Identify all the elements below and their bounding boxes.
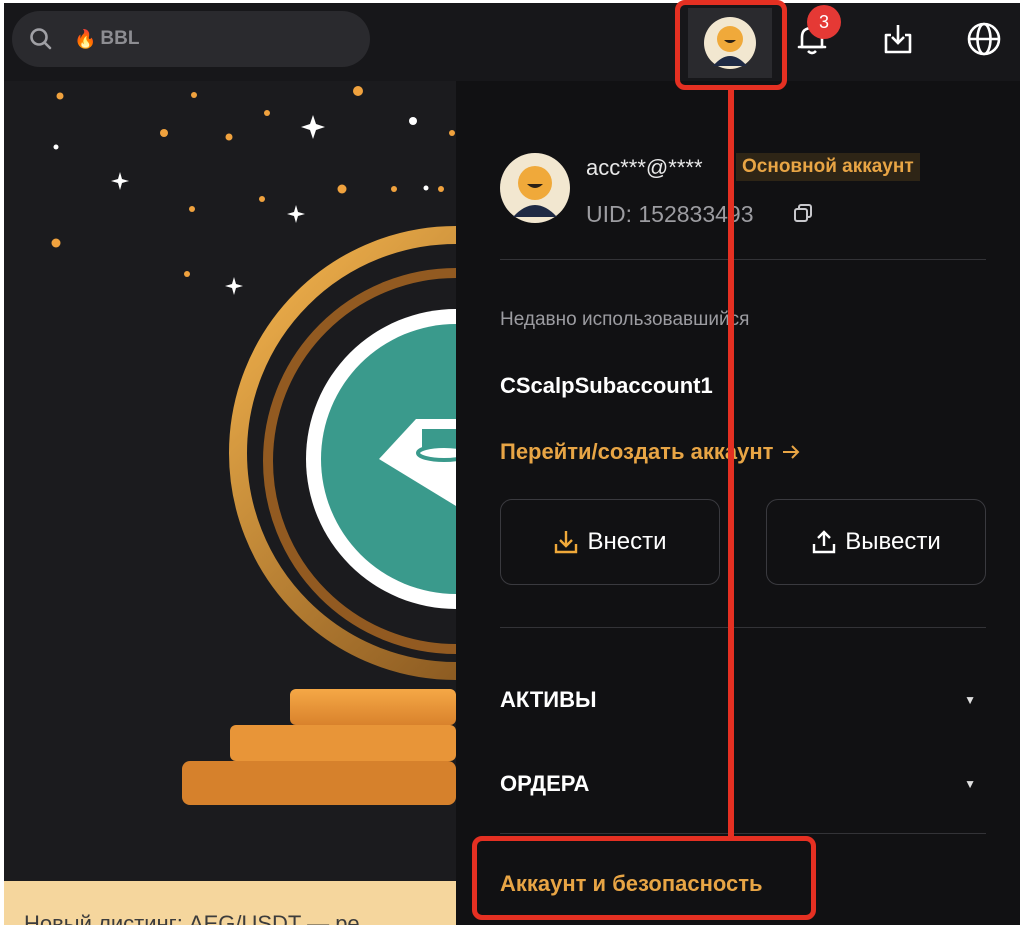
search-icon: [30, 28, 52, 50]
highlight-connector-line: [728, 88, 734, 838]
main-account-tag: Основной аккаунт: [736, 153, 920, 181]
divider: [500, 259, 986, 260]
recently-used-label: Недавно использовавшийся: [500, 309, 750, 330]
caret-down-icon: ▼: [964, 777, 976, 791]
promo-banner[interactable]: [4, 81, 456, 881]
deposit-icon: [555, 531, 578, 554]
deposit-label: Внести: [587, 528, 667, 555]
account-dropdown-panel: acc***@**** Основной аккаунт UID: 152833…: [456, 81, 1020, 925]
menu-assets-label: АКТИВЫ: [500, 687, 597, 712]
switch-create-account-link[interactable]: Перейти/создать аккаунт: [500, 439, 801, 465]
language-button[interactable]: [962, 17, 1006, 61]
arrow-right-icon: [783, 445, 800, 459]
menu-assets[interactable]: АКТИВЫ ▼: [500, 687, 976, 713]
globe-icon: [967, 22, 1001, 56]
account-email: acc***@****: [586, 155, 703, 180]
notification-count-badge: 3: [807, 5, 841, 39]
search-box[interactable]: 🔥 BBL: [12, 11, 370, 67]
app-frame: 🔥 BBL 3 Новый листинг: AEG/USDT — ре acc…: [4, 3, 1020, 925]
download-app-button[interactable]: [876, 17, 920, 61]
banner-caption-strip[interactable]: Новый листинг: AEG/USDT — ре: [4, 881, 456, 925]
caret-down-icon: ▼: [964, 693, 976, 707]
highlight-box-security: [472, 836, 816, 920]
search-hot-label: BBL: [100, 28, 140, 49]
fire-icon: 🔥: [74, 28, 97, 49]
divider: [500, 833, 986, 834]
withdraw-icon: [813, 530, 836, 554]
withdraw-button[interactable]: Вывести: [766, 499, 986, 585]
copy-icon[interactable]: [792, 202, 814, 224]
download-icon: [884, 25, 912, 54]
top-bar: 🔥 BBL 3: [4, 3, 1020, 81]
account-avatar: [500, 153, 570, 223]
menu-orders-label: ОРДЕРА: [500, 771, 590, 796]
deposit-button[interactable]: Внести: [500, 499, 720, 585]
divider: [500, 627, 986, 628]
menu-orders[interactable]: ОРДЕРА ▼: [500, 771, 976, 797]
promo-illustration: [51, 86, 456, 805]
highlight-box-avatar: [675, 0, 787, 90]
subaccount-item[interactable]: CScalpSubaccount1: [500, 373, 713, 399]
banner-caption: Новый листинг: AEG/USDT — ре: [24, 911, 360, 925]
withdraw-label: Вывести: [845, 528, 941, 555]
